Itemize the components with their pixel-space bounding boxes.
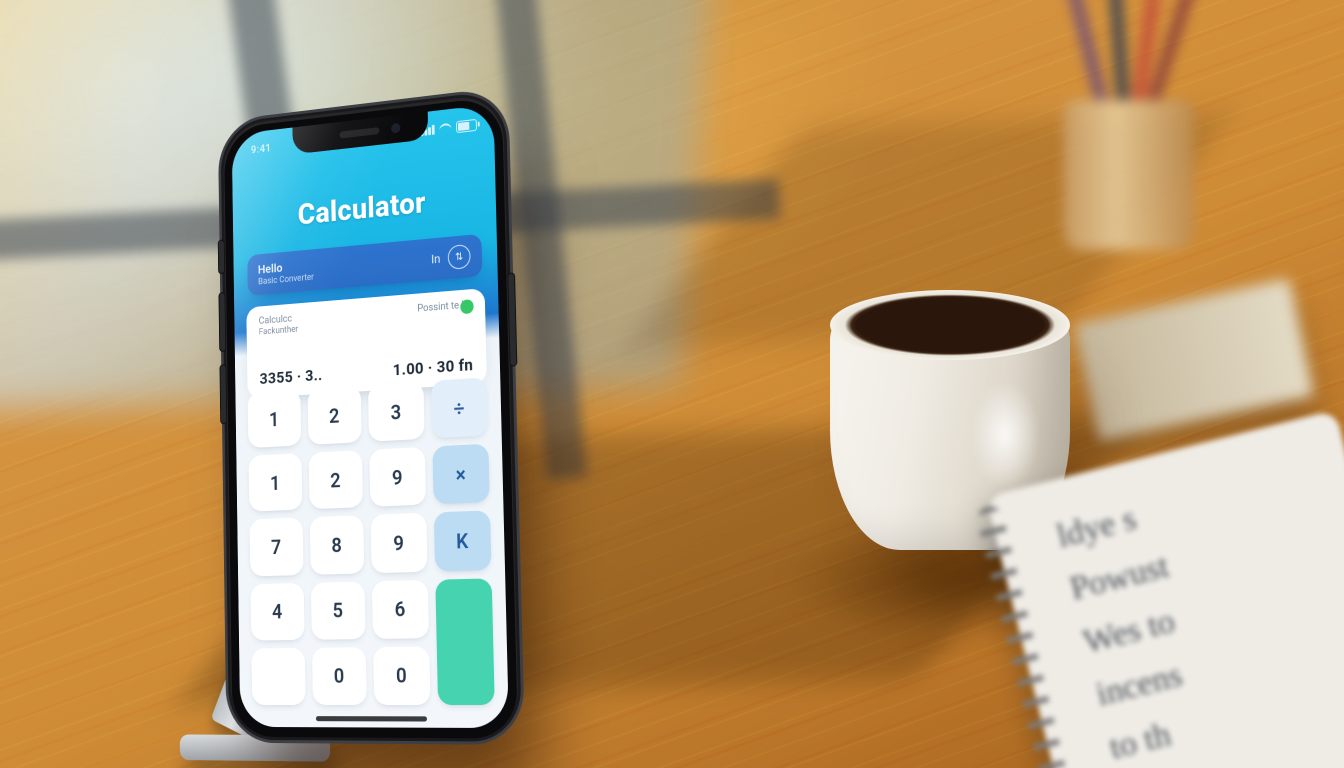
key-blank-l[interactable] bbox=[251, 648, 305, 705]
scene-photo: ldye s Powust Wes to incens to th inchi … bbox=[0, 0, 1344, 768]
home-indicator[interactable] bbox=[316, 716, 427, 721]
mode-bar[interactable]: Hello Basic Converter In ⇅ bbox=[247, 234, 482, 296]
panel-right-value: 1.00 · 30 fn bbox=[368, 355, 474, 381]
volume-down-button[interactable] bbox=[220, 365, 226, 423]
key-2b[interactable]: 2 bbox=[308, 450, 363, 509]
status-time: 9:41 bbox=[251, 142, 272, 157]
key-5[interactable]: 5 bbox=[310, 581, 365, 640]
key-1[interactable]: 1 bbox=[248, 389, 301, 448]
app-title: Calculator bbox=[233, 178, 496, 238]
keypad: 1 2 3 ÷ 1 2 9 × 7 8 9 K 4 5 6 bbox=[248, 377, 495, 705]
key-k[interactable]: K bbox=[433, 511, 491, 571]
volume-up-button[interactable] bbox=[219, 293, 225, 351]
key-1b[interactable]: 1 bbox=[249, 453, 302, 512]
key-8[interactable]: 8 bbox=[309, 516, 364, 575]
panel-left-label: Calculcc Fackunther bbox=[259, 308, 360, 352]
pencil-cup bbox=[1044, 40, 1214, 250]
key-equals[interactable] bbox=[435, 578, 495, 705]
key-4[interactable]: 4 bbox=[250, 583, 304, 641]
key-divide[interactable]: ÷ bbox=[430, 377, 488, 438]
key-6[interactable]: 6 bbox=[372, 580, 429, 639]
mute-switch[interactable] bbox=[219, 240, 225, 273]
key-9b[interactable]: 9 bbox=[371, 513, 428, 573]
key-3[interactable]: 3 bbox=[368, 381, 424, 442]
key-multiply[interactable]: × bbox=[432, 444, 490, 505]
panel-left-value: 3355 · 3.. bbox=[259, 363, 360, 388]
mode-right-label: In bbox=[431, 252, 441, 267]
key-7[interactable]: 7 bbox=[249, 518, 303, 576]
wifi-icon bbox=[439, 123, 451, 134]
swap-icon[interactable]: ⇅ bbox=[448, 244, 471, 270]
key-0[interactable]: 0 bbox=[312, 647, 367, 705]
key-0b[interactable]: 0 bbox=[373, 646, 430, 705]
panel-right-label: Possint te ko bbox=[366, 299, 472, 344]
phone-screen: 9:41 Calculator Hello Basic Converter bbox=[232, 104, 509, 728]
smartphone: 9:41 Calculator Hello Basic Converter bbox=[223, 93, 519, 739]
key-2[interactable]: 2 bbox=[307, 385, 362, 445]
key-9[interactable]: 9 bbox=[369, 447, 425, 507]
battery-icon bbox=[456, 119, 477, 133]
